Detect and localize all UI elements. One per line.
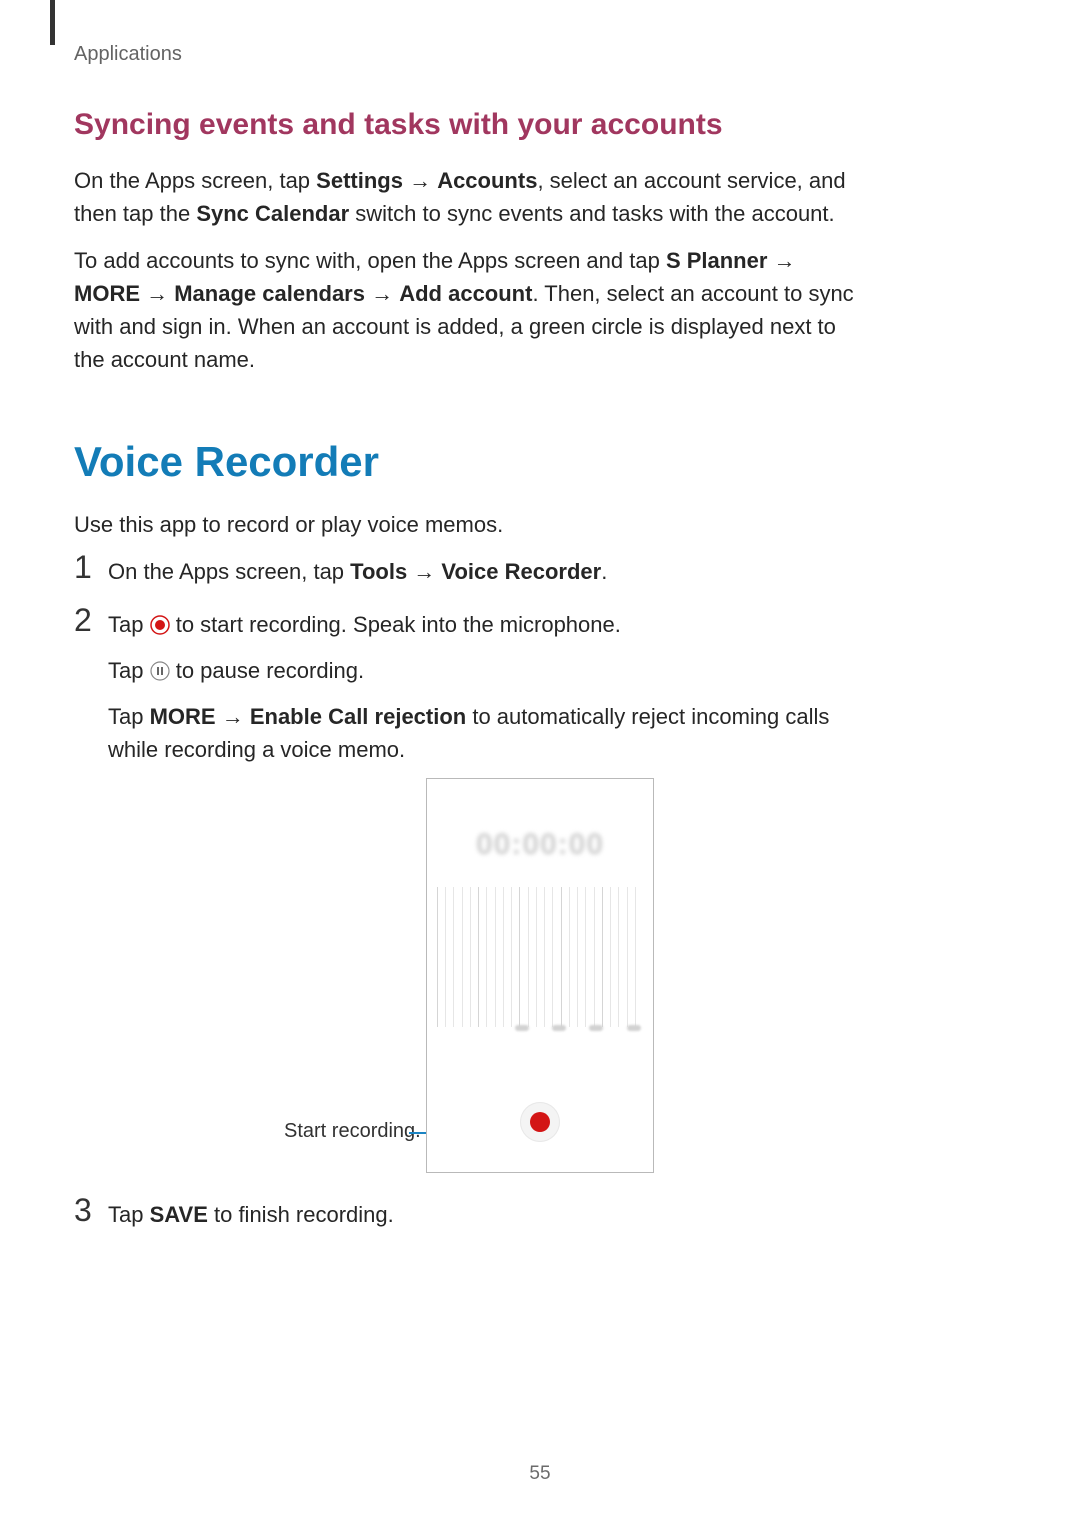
bold: Enable Call rejection <box>250 704 466 729</box>
sync-paragraph-1: On the Apps screen, tap Settings → Accou… <box>74 164 854 230</box>
waveform <box>437 887 643 1027</box>
text: to finish recording. <box>208 1202 394 1227</box>
page-tab-mark <box>50 0 55 45</box>
step-number: 3 <box>74 1192 104 1229</box>
text: Tap <box>108 612 150 637</box>
text: . <box>601 559 607 584</box>
arrow-icon: → <box>216 704 250 729</box>
text: to pause recording. <box>176 658 364 683</box>
recorder-timer: 00:00:00 <box>427 828 653 862</box>
arrow-icon: → <box>140 281 174 306</box>
bold: Sync Calendar <box>196 201 349 226</box>
record-icon <box>150 611 170 644</box>
running-head: Applications <box>74 43 182 66</box>
pause-icon <box>150 657 170 690</box>
page-number: 55 <box>0 1463 1080 1485</box>
step-number: 1 <box>74 549 104 586</box>
text: To add accounts to sync with, open the A… <box>74 248 666 273</box>
bold: SAVE <box>150 1202 208 1227</box>
bold: Voice Recorder <box>441 559 601 584</box>
bold: Accounts <box>437 168 537 193</box>
text: Tap <box>108 704 150 729</box>
bold: Add account <box>399 281 532 306</box>
sync-paragraph-2: To add accounts to sync with, open the A… <box>74 244 854 376</box>
bold: MORE <box>150 704 216 729</box>
arrow-icon: → <box>403 168 437 193</box>
phone-mockup: 00:00:00 <box>426 778 654 1173</box>
text: Tap <box>108 658 150 683</box>
bold: MORE <box>74 281 140 306</box>
arrow-icon: → <box>365 281 399 306</box>
voice-recorder-figure: Start recording. 00:00:00 <box>74 770 854 1180</box>
text: Tap <box>108 1202 150 1227</box>
bold: Tools <box>350 559 407 584</box>
step-2: 2 Tap to start recording. Speak into the… <box>74 608 854 766</box>
arrow-icon: → <box>767 248 795 273</box>
voice-recorder-title: Voice Recorder <box>74 438 854 486</box>
recorder-intro: Use this app to record or play voice mem… <box>74 508 854 541</box>
bold: Manage calendars <box>174 281 365 306</box>
text: to start recording. Speak into the micro… <box>176 612 621 637</box>
bold: Settings <box>316 168 403 193</box>
sync-heading: Syncing events and tasks with your accou… <box>74 108 854 142</box>
step-1: 1 On the Apps screen, tap Tools → Voice … <box>74 555 854 588</box>
text: On the Apps screen, tap <box>108 559 350 584</box>
callout-start-recording: Start recording. <box>284 1120 421 1143</box>
step-number: 2 <box>74 602 104 639</box>
arrow-icon: → <box>407 559 441 584</box>
text: On the Apps screen, tap <box>74 168 316 193</box>
bold: S Planner <box>666 248 767 273</box>
record-button[interactable] <box>520 1102 560 1142</box>
step-3: 3 Tap SAVE to finish recording. <box>74 1198 888 1241</box>
record-dot-icon <box>530 1112 550 1132</box>
text: switch to sync events and tasks with the… <box>349 201 834 226</box>
